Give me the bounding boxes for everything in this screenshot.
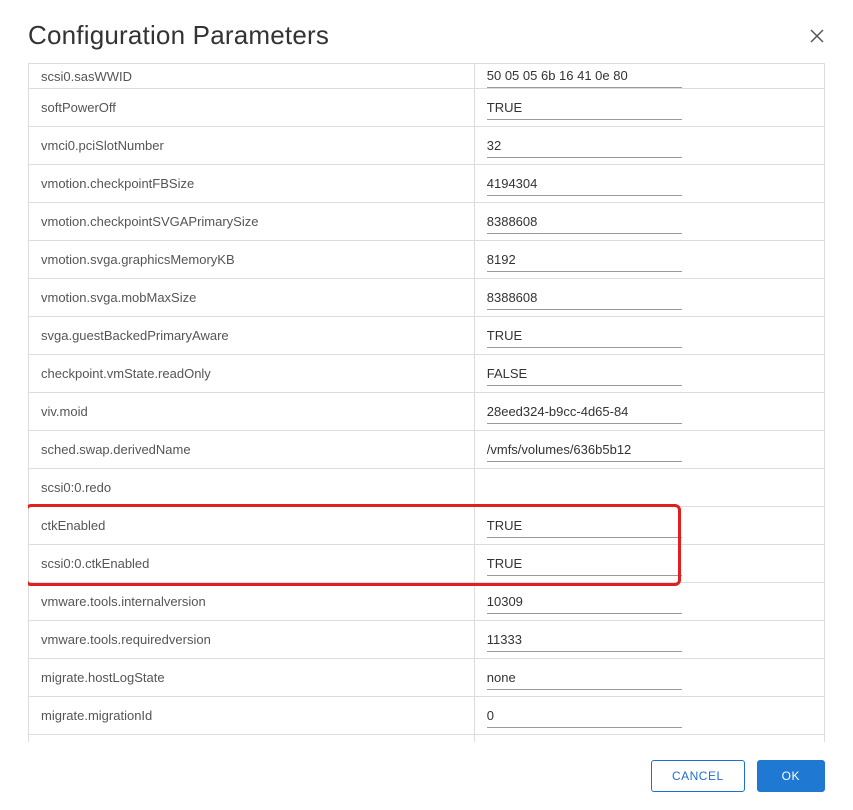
table-row: vmware.tools.requiredversion [29,621,825,659]
param-name: checkpoint.vmState.readOnly [29,355,475,393]
param-value-input[interactable] [487,248,682,272]
param-name: ctkEnabled [29,507,475,545]
param-value-cell [474,469,824,507]
param-value-cell [474,165,824,203]
param-name: vmotion.checkpointFBSize [29,165,475,203]
param-value-input[interactable] [487,400,682,424]
param-value-cell [474,583,824,621]
param-value-input[interactable] [487,286,682,310]
cancel-button[interactable]: CANCEL [651,760,745,792]
table-row: scsi0:0.ctkEnabled [29,545,825,583]
param-name: vmotion.checkpointSVGAPrimarySize [29,203,475,241]
param-value-cell [474,64,824,89]
param-value-cell [474,621,824,659]
param-value-input[interactable] [487,628,682,652]
close-icon[interactable] [809,28,825,44]
param-value-cell [474,279,824,317]
param-name: vmci0.pciSlotNumber [29,127,475,165]
param-value-cell [474,659,824,697]
param-value-cell [474,317,824,355]
param-value-input[interactable] [487,514,682,538]
param-name: migrate.hostLogState [29,659,475,697]
param-value-input[interactable] [487,172,682,196]
table-row: vmotion.checkpointFBSize [29,165,825,203]
param-value-input[interactable] [487,134,682,158]
modal-header: Configuration Parameters [0,0,853,55]
param-value-cell [474,697,824,735]
param-name: vmotion.svga.mobMaxSize [29,279,475,317]
param-value-input[interactable] [487,476,682,499]
table-row: vmotion.svga.graphicsMemoryKB [29,241,825,279]
param-value-input[interactable] [487,210,682,234]
param-name: scsi0:0.ctkEnabled [29,545,475,583]
param-value-cell [474,241,824,279]
param-value-cell [474,89,824,127]
param-name: viv.moid [29,393,475,431]
table-row: migrate.hostLog [29,735,825,743]
table-row: sched.swap.derivedName [29,431,825,469]
param-name: softPowerOff [29,89,475,127]
ok-button[interactable]: OK [757,760,825,792]
parameter-scroll-area[interactable]: scsi0.sasWWIDsoftPowerOffvmci0.pciSlotNu… [28,63,825,742]
modal-footer: CANCEL OK [0,742,853,810]
param-name: migrate.migrationId [29,697,475,735]
param-value-input[interactable] [487,552,682,576]
config-parameters-modal: Configuration Parameters scsi0.sasWWIDso… [0,0,853,810]
param-value-cell [474,507,824,545]
table-row: ctkEnabled [29,507,825,545]
table-row: migrate.migrationId [29,697,825,735]
table-row: checkpoint.vmState.readOnly [29,355,825,393]
param-name: svga.guestBackedPrimaryAware [29,317,475,355]
param-value-input[interactable] [487,362,682,386]
param-value-cell [474,355,824,393]
table-row: vmware.tools.internalversion [29,583,825,621]
param-value-input[interactable] [487,96,682,120]
modal-title: Configuration Parameters [28,20,329,51]
table-row: vmotion.checkpointSVGAPrimarySize [29,203,825,241]
param-name: scsi0.sasWWID [29,64,475,89]
param-value-input[interactable] [487,438,682,462]
param-name: scsi0:0.redo [29,469,475,507]
table-row: migrate.hostLogState [29,659,825,697]
table-row: scsi0.sasWWID [29,64,825,89]
param-value-cell [474,735,824,743]
modal-body: scsi0.sasWWIDsoftPowerOffvmci0.pciSlotNu… [0,55,853,742]
param-value-input[interactable] [487,666,682,690]
param-value-cell [474,203,824,241]
param-value-cell [474,545,824,583]
param-value-cell [474,393,824,431]
table-row: softPowerOff [29,89,825,127]
param-name: migrate.hostLog [29,735,475,743]
param-name: vmotion.svga.graphicsMemoryKB [29,241,475,279]
table-row: svga.guestBackedPrimaryAware [29,317,825,355]
param-name: vmware.tools.internalversion [29,583,475,621]
table-row: viv.moid [29,393,825,431]
param-value-input[interactable] [487,324,682,348]
param-value-input[interactable] [487,704,682,728]
table-row: scsi0:0.redo [29,469,825,507]
param-value-cell [474,431,824,469]
table-row: vmotion.svga.mobMaxSize [29,279,825,317]
parameter-table: scsi0.sasWWIDsoftPowerOffvmci0.pciSlotNu… [28,64,825,742]
param-name: vmware.tools.requiredversion [29,621,475,659]
param-value-input[interactable] [487,590,682,614]
param-value-input[interactable] [487,742,682,743]
param-value-input[interactable] [487,64,682,88]
table-row: vmci0.pciSlotNumber [29,127,825,165]
param-name: sched.swap.derivedName [29,431,475,469]
param-value-cell [474,127,824,165]
